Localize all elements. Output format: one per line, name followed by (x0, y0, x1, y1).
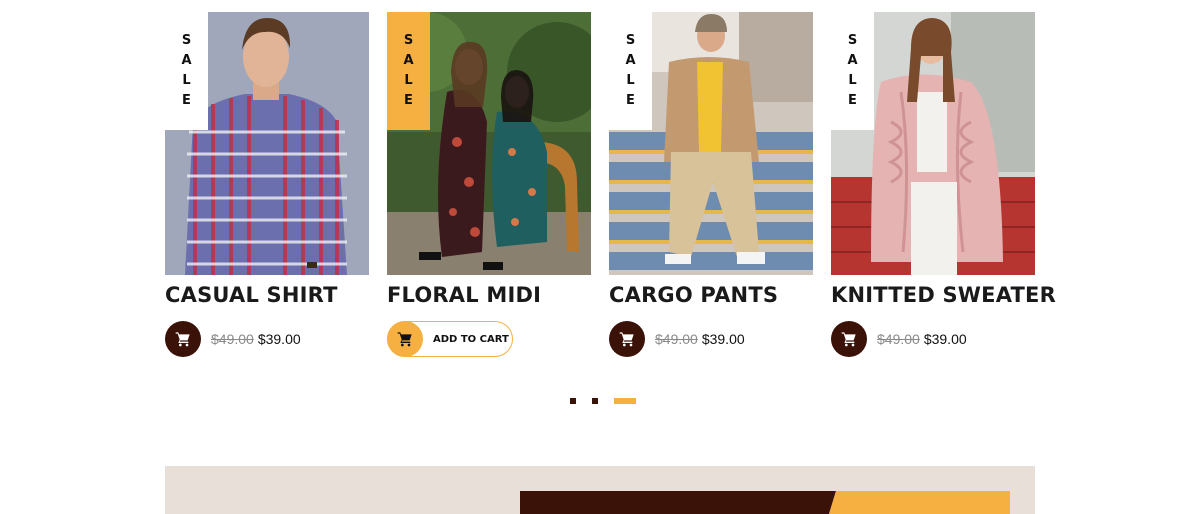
promo-banner (165, 466, 1035, 514)
product-title[interactable]: FLORAL MIDI (387, 283, 617, 307)
cart-icon (841, 332, 856, 347)
add-to-cart-pill[interactable]: ADD TO CART (387, 321, 513, 357)
sale-badge: SALE (165, 12, 208, 130)
original-price: $49.00 (655, 331, 698, 347)
product-card-floral-midi[interactable]: SALE FLORAL MIDI ADD TO CART (387, 12, 591, 372)
original-price: $49.00 (877, 331, 920, 347)
pagination-dot-1[interactable] (570, 398, 576, 404)
sale-badge: SALE (609, 12, 652, 130)
product-card-casual-shirt[interactable]: SALE CASUAL SHIRT $49.00 $39.00 (165, 12, 369, 372)
add-to-cart-button[interactable] (609, 321, 645, 357)
sale-badge: SALE (387, 12, 430, 130)
pagination-dot-3-active[interactable] (614, 398, 636, 404)
carousel-pagination (570, 398, 636, 404)
price-row: $49.00 $39.00 (609, 321, 745, 357)
cart-icon (175, 332, 190, 347)
sale-price: $39.00 (257, 331, 301, 347)
product-title[interactable]: KNITTED SWEATER (831, 283, 1061, 307)
sale-badge: SALE (831, 12, 874, 130)
price-row: $49.00 $39.00 (831, 321, 967, 357)
product-title[interactable]: CASUAL SHIRT (165, 283, 395, 307)
sale-price: $39.00 (923, 331, 967, 347)
product-card-knitted-sweater[interactable]: SALE KNITTED SWEATER $49.00 $39.00 (831, 12, 1056, 372)
cart-icon (619, 332, 634, 347)
cart-icon (397, 332, 412, 347)
product-carousel: SALE CASUAL SHIRT $49.00 $39.00 SALE FLO… (165, 12, 1056, 372)
add-to-cart-label[interactable]: ADD TO CART (433, 334, 509, 345)
add-to-cart-button[interactable] (165, 321, 201, 357)
price-row: $49.00 $39.00 (165, 321, 301, 357)
original-price: $49.00 (211, 331, 254, 347)
product-card-cargo-pants[interactable]: SALE CARGO PANTS $49.00 $39.00 (609, 12, 813, 372)
price-row: ADD TO CART (387, 321, 513, 357)
add-to-cart-button[interactable] (831, 321, 867, 357)
product-title[interactable]: CARGO PANTS (609, 283, 839, 307)
add-to-cart-button[interactable] (387, 321, 423, 357)
promo-banner-graphic (520, 491, 1010, 514)
sale-price: $39.00 (701, 331, 745, 347)
pagination-dot-2[interactable] (592, 398, 598, 404)
